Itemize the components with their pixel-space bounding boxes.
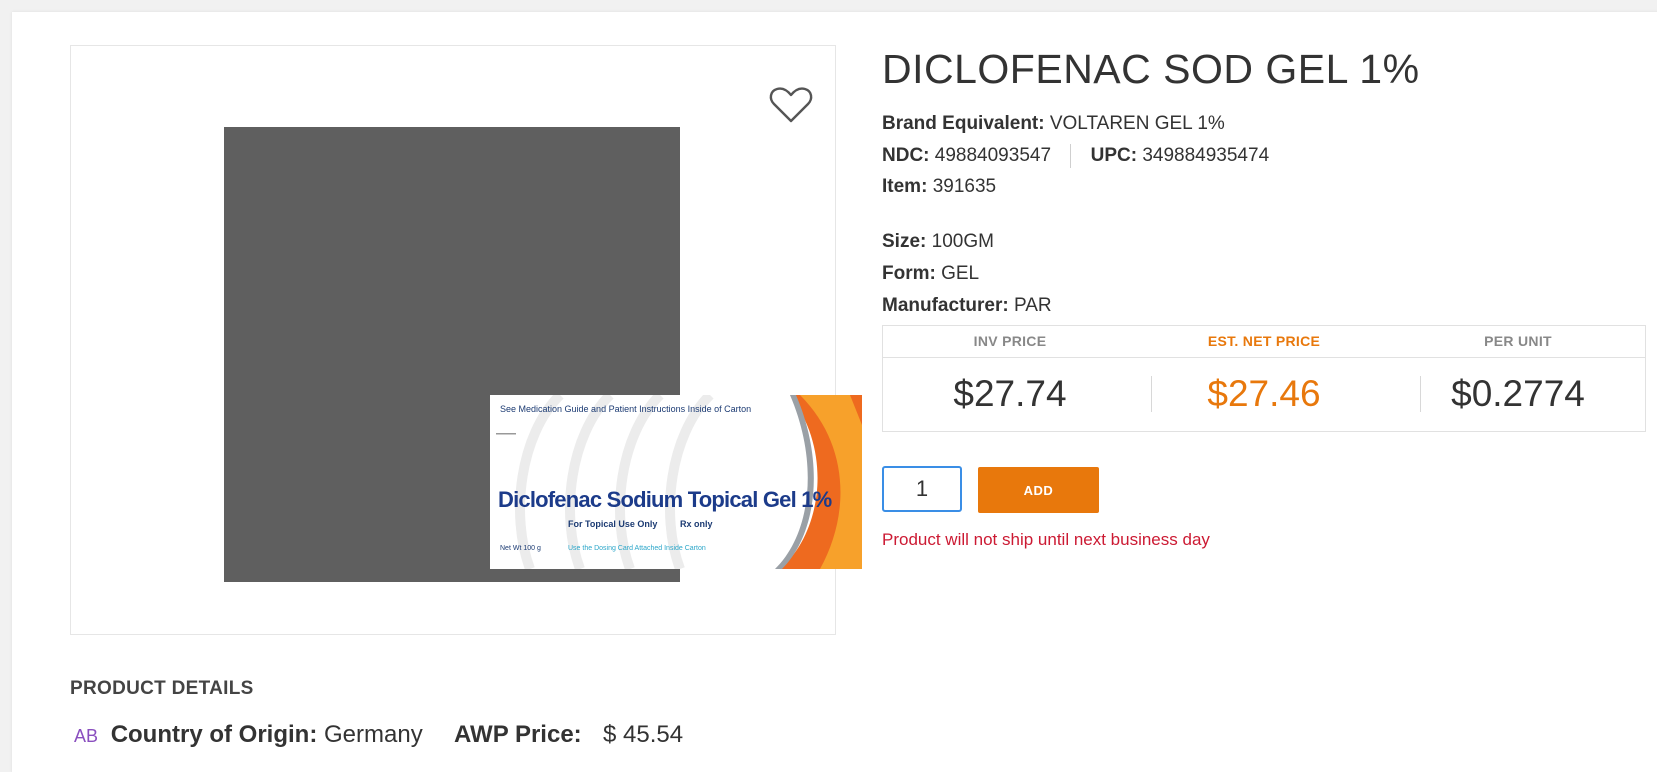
carton-line-3: For Topical Use Only xyxy=(568,519,658,529)
product-photo: See Medication Guide and Patient Instruc… xyxy=(224,127,862,582)
favorite-heart-icon[interactable] xyxy=(768,85,814,125)
form-row: Form: GEL xyxy=(882,263,979,285)
carton-line-5: Use the Dosing Card Attached Inside Cart… xyxy=(568,545,706,552)
upc-value: 349884935474 xyxy=(1142,145,1270,167)
brand-value: VOLTAREN GEL 1% xyxy=(1049,113,1225,134)
net-price-label: EST. NET PRICE xyxy=(1207,333,1321,349)
manufacturer-row: Manufacturer: PAR xyxy=(882,295,1052,317)
item-value: 391635 xyxy=(932,176,997,197)
product-carton-image: See Medication Guide and Patient Instruc… xyxy=(490,395,862,569)
item-row: Item: 391635 xyxy=(882,176,996,198)
price-table: INV PRICE EST. NET PRICE PER UNIT $27.74… xyxy=(882,325,1646,432)
awp-label: AWP Price: xyxy=(454,721,582,748)
brand-equivalent-row: Brand Equivalent: VOLTAREN GEL 1% xyxy=(882,113,1225,135)
size-label: Size: xyxy=(882,231,927,252)
size-value: 100GM xyxy=(931,231,994,252)
inv-price-value: $27.74 xyxy=(953,373,1067,414)
origin-value: Germany xyxy=(324,721,423,748)
ndc-label: NDC: xyxy=(882,145,930,167)
net-price-value: $27.46 xyxy=(1207,373,1321,414)
brand-label: Brand Equivalent: xyxy=(882,113,1045,134)
per-unit-label: PER UNIT xyxy=(1484,333,1552,349)
upc-label: UPC: xyxy=(1090,145,1138,167)
shipping-warning: Product will not ship until next busines… xyxy=(882,530,1210,549)
divider xyxy=(1070,144,1072,168)
manufacturer-label: Manufacturer: xyxy=(882,295,1009,316)
product-title: DICLOFENAC SOD GEL 1% xyxy=(882,46,1420,92)
carton-line-3b: Rx only xyxy=(680,519,713,529)
origin-label: Country of Origin: xyxy=(110,721,318,748)
awp-value: $ 45.54 xyxy=(603,721,684,748)
ab-rating-badge: AB xyxy=(74,726,99,746)
carton-line-1: See Medication Guide and Patient Instruc… xyxy=(500,404,752,414)
price-divider xyxy=(1151,376,1152,412)
price-divider xyxy=(1420,376,1421,412)
product-details-row: AB Country of Origin: Germany AWP Price:… xyxy=(74,721,683,749)
quantity-input[interactable] xyxy=(882,466,962,512)
ndc-value: 49884093547 xyxy=(934,145,1052,167)
codes-row: NDC: 49884093547 UPC: 349884935474 xyxy=(882,144,1269,168)
per-unit-value: $0.2774 xyxy=(1451,373,1585,414)
add-to-cart-button[interactable]: ADD xyxy=(978,467,1099,513)
form-value: GEL xyxy=(941,263,980,284)
size-row: Size: 100GM xyxy=(882,231,994,253)
product-details-heading: PRODUCT DETAILS xyxy=(70,678,254,699)
item-label: Item: xyxy=(882,176,928,197)
carton-product-name: Diclofenac Sodium Topical Gel 1% xyxy=(498,487,832,512)
inv-price-label: INV PRICE xyxy=(973,333,1047,349)
manufacturer-value: PAR xyxy=(1013,295,1052,316)
carton-line-4: Net Wt 100 g xyxy=(500,545,541,552)
form-label: Form: xyxy=(882,263,936,284)
